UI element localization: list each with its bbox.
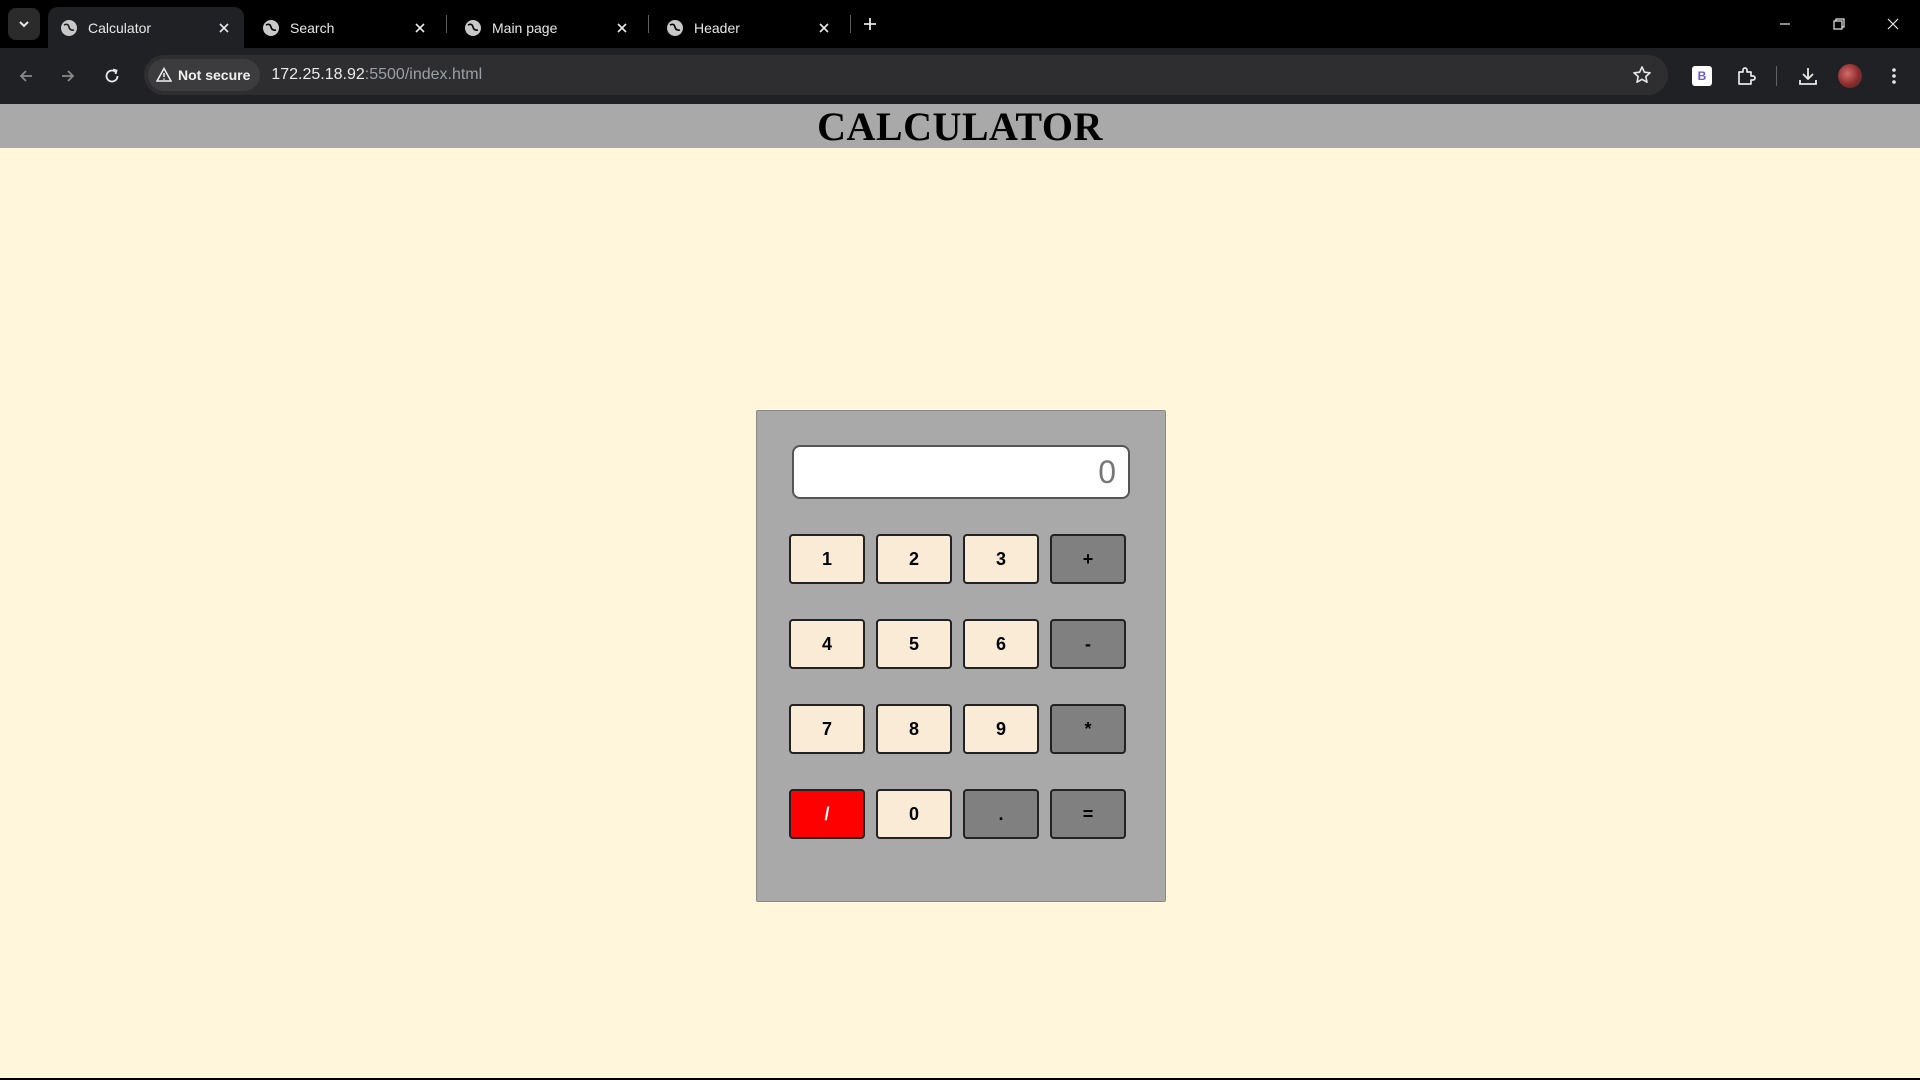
restore-button[interactable] [1812, 0, 1866, 48]
tab-title: Main page [492, 19, 558, 36]
globe-icon [263, 19, 279, 36]
key-5[interactable]: 5 [876, 619, 952, 669]
extension-b-icon: B [1692, 66, 1712, 86]
download-icon [1799, 68, 1817, 85]
globe-icon [61, 19, 77, 36]
address-bar[interactable]: Not secure 172.25.18.92:5500/index.html [144, 55, 1668, 95]
back-button[interactable] [10, 60, 42, 92]
url-host: 172.25.18.92 [271, 66, 365, 83]
key-4[interactable]: 4 [789, 619, 865, 669]
key-3[interactable]: 3 [963, 534, 1039, 584]
arrow-right-icon [62, 70, 75, 82]
extensions-button[interactable] [1734, 64, 1758, 88]
tab-search-button[interactable] [8, 8, 40, 40]
key-0[interactable]: 0 [876, 789, 952, 839]
browser-toolbar: Not secure 172.25.18.92:5500/index.html … [0, 48, 1920, 104]
bookmark-star-button[interactable] [1630, 63, 1654, 87]
close-tab-icon[interactable] [214, 18, 234, 38]
tab-search[interactable]: Search [250, 7, 440, 48]
reload-icon [105, 68, 119, 83]
downloads-button[interactable] [1796, 64, 1820, 88]
tab-divider [850, 15, 851, 33]
tab-divider [648, 15, 649, 33]
restore-icon [1833, 18, 1845, 30]
avatar [1838, 64, 1862, 88]
new-tab-button[interactable] [858, 12, 882, 36]
key-subtract[interactable]: - [1050, 619, 1126, 669]
tab-main-page[interactable]: Main page [452, 7, 642, 48]
key-7[interactable]: 7 [789, 704, 865, 754]
minimize-button[interactable] [1758, 0, 1812, 48]
tab-title: Header [694, 19, 740, 36]
arrow-left-icon [19, 70, 32, 82]
close-icon [1887, 18, 1899, 30]
close-tab-icon[interactable] [410, 18, 430, 38]
key-1[interactable]: 1 [789, 534, 865, 584]
tab-title: Calculator [88, 19, 152, 36]
puzzle-icon [1738, 67, 1756, 85]
reload-button[interactable] [96, 60, 128, 92]
key-decimal[interactable]: . [963, 789, 1039, 839]
url-text[interactable]: 172.25.18.92:5500/index.html [271, 66, 482, 84]
kebab-menu-icon [1892, 68, 1896, 84]
chevron-down-icon [19, 21, 29, 28]
display-value: 0 [1098, 453, 1116, 490]
key-divide[interactable]: / [789, 789, 865, 839]
tab-divider [446, 15, 447, 33]
security-label: Not secure [178, 67, 251, 83]
calculator-display[interactable]: 0 [792, 445, 1130, 499]
calculator: 0 1 2 3 + 4 5 6 - 7 8 9 * / 0 . = [756, 410, 1166, 902]
key-8[interactable]: 8 [876, 704, 952, 754]
key-6[interactable]: 6 [963, 619, 1039, 669]
tab-title: Search [290, 19, 335, 36]
plus-icon [864, 18, 876, 30]
page-header: CALCULATOR [0, 103, 1920, 149]
tab-header[interactable]: Header [654, 7, 844, 48]
tab-calculator[interactable]: Calculator [48, 7, 244, 48]
security-chip[interactable]: Not secure [148, 59, 261, 91]
star-icon [1633, 66, 1651, 83]
close-window-button[interactable] [1866, 0, 1920, 48]
close-tab-icon[interactable] [612, 18, 632, 38]
key-2[interactable]: 2 [876, 534, 952, 584]
page-content: CALCULATOR 0 1 2 3 + 4 5 6 - 7 8 9 * / 0… [0, 104, 1920, 1080]
extension-b-button[interactable]: B [1690, 64, 1714, 88]
key-equals[interactable]: = [1050, 789, 1126, 839]
globe-icon [667, 19, 683, 36]
key-9[interactable]: 9 [963, 704, 1039, 754]
extension-badge: B [1697, 69, 1707, 83]
warning-icon [156, 67, 172, 82]
toolbar-divider [1776, 66, 1777, 86]
url-path: :5500/index.html [364, 66, 483, 83]
close-tab-icon[interactable] [814, 18, 834, 38]
globe-icon [465, 19, 481, 36]
minimize-icon [1780, 23, 1790, 25]
key-add[interactable]: + [1050, 534, 1126, 584]
forward-button[interactable] [52, 60, 84, 92]
key-multiply[interactable]: * [1050, 704, 1126, 754]
menu-button[interactable] [1882, 64, 1906, 88]
profile-button[interactable] [1838, 64, 1862, 88]
page-title: CALCULATOR [817, 103, 1103, 149]
tab-strip: Calculator Search Main page Header [0, 0, 1920, 48]
